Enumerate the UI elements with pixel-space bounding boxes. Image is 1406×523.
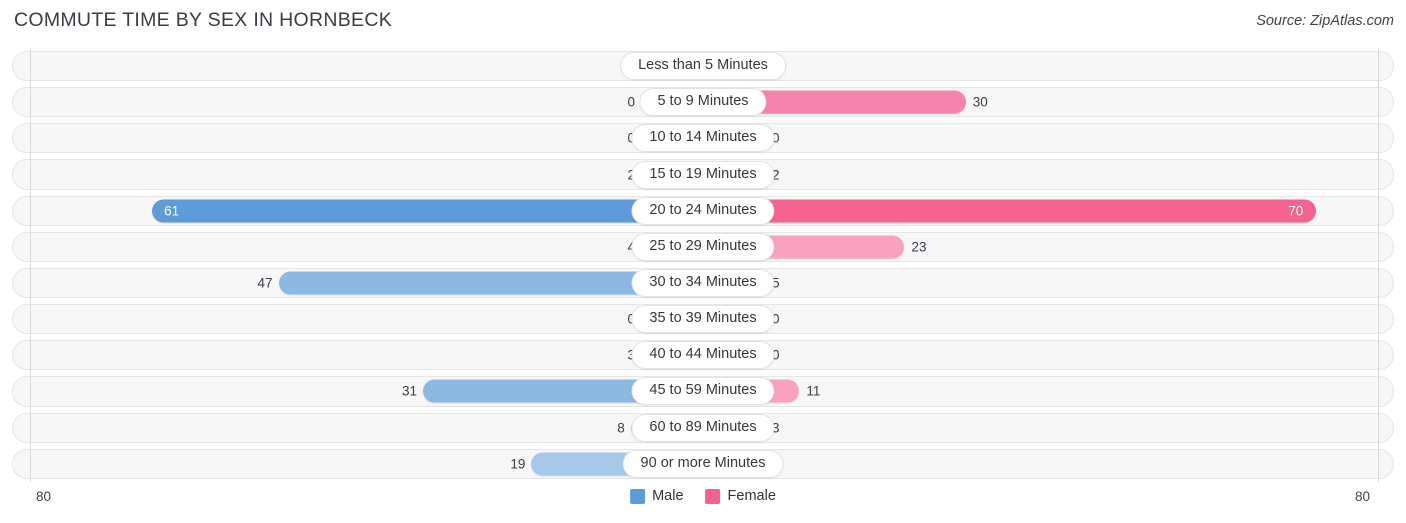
bar-value-male: 8 <box>617 420 625 436</box>
page-title: COMMUTE TIME BY SEX IN HORNBECK <box>14 9 393 31</box>
legend-item-female[interactable]: Female <box>705 488 776 504</box>
axis-tick-left: 80 <box>36 489 52 504</box>
category-label: 60 to 89 Minutes <box>631 413 775 442</box>
axis-tick-right: 80 <box>1354 489 1370 504</box>
source-attribution: Source: ZipAtlas.com <box>1256 13 1394 29</box>
category-label: 25 to 29 Minutes <box>631 232 775 261</box>
category-label: 10 to 14 Minutes <box>631 124 775 153</box>
chart-row: 0035 to 39 Minutes <box>0 301 1406 337</box>
category-label: 45 to 59 Minutes <box>631 377 775 406</box>
bar-value-female: 70 <box>1288 203 1304 219</box>
category-label: 30 to 34 Minutes <box>631 269 775 298</box>
chart-row: 0 30 5 to 9 Minutes <box>0 84 1406 120</box>
chart-header: COMMUTE TIME BY SEX IN HORNBECK Source: … <box>0 0 1406 42</box>
chart-row: 61 70 20 to 24 Minutes <box>0 193 1406 229</box>
bar-value-male: 19 <box>510 456 526 472</box>
legend-label-female: Female <box>727 488 776 504</box>
category-label: 35 to 39 Minutes <box>631 305 775 334</box>
chart-row: 3040 to 44 Minutes <box>0 337 1406 373</box>
category-label: 40 to 44 Minutes <box>631 341 775 370</box>
bar-male[interactable] <box>152 199 703 223</box>
category-label: 15 to 19 Minutes <box>631 160 775 189</box>
chart-row: 19490 or more Minutes <box>0 446 1406 482</box>
category-label: 20 to 24 Minutes <box>631 196 775 225</box>
bar-value-female: 23 <box>911 239 927 255</box>
legend-swatch-male-icon <box>630 488 646 504</box>
chart-row: 47 5 30 to 34 Minutes <box>0 265 1406 301</box>
legend-label-male: Male <box>652 488 684 504</box>
chart-row: 0010 to 14 Minutes <box>0 120 1406 156</box>
bar-value-male: 47 <box>257 275 273 291</box>
chart-rows: 05Less than 5 Minutes 0 30 5 to 9 Minutes 00… <box>0 48 1406 482</box>
category-label: 90 or more Minutes <box>622 449 784 478</box>
plot-area: 05Less than 5 Minutes 0 30 5 to 9 Minutes 00… <box>0 48 1406 482</box>
chart-footer: 80 80 Male Female <box>0 484 1406 523</box>
bar-value-male: 61 <box>164 203 180 219</box>
chart-row: 05Less than 5 Minutes <box>0 48 1406 84</box>
bar-value-female: 30 <box>972 94 988 110</box>
category-label: Less than 5 Minutes <box>620 52 786 81</box>
commute-time-chart: COMMUTE TIME BY SEX IN HORNBECK Source: … <box>0 0 1406 523</box>
chart-row: 42325 to 29 Minutes <box>0 229 1406 265</box>
category-label: 5 to 9 Minutes <box>639 88 767 117</box>
chart-row: 31 11 45 to 59 Minutes <box>0 373 1406 409</box>
bar-value-male: 0 <box>627 94 635 110</box>
bar-female[interactable] <box>703 199 1317 223</box>
legend-swatch-female-icon <box>705 488 721 504</box>
chart-row: 2215 to 19 Minutes <box>0 156 1406 192</box>
bar-value-female: 11 <box>806 383 821 399</box>
chart-legend: Male Female <box>630 488 776 504</box>
legend-item-male[interactable]: Male <box>630 488 684 504</box>
bar-value-male: 31 <box>402 383 418 399</box>
chart-row: 8 3 60 to 89 Minutes <box>0 410 1406 446</box>
